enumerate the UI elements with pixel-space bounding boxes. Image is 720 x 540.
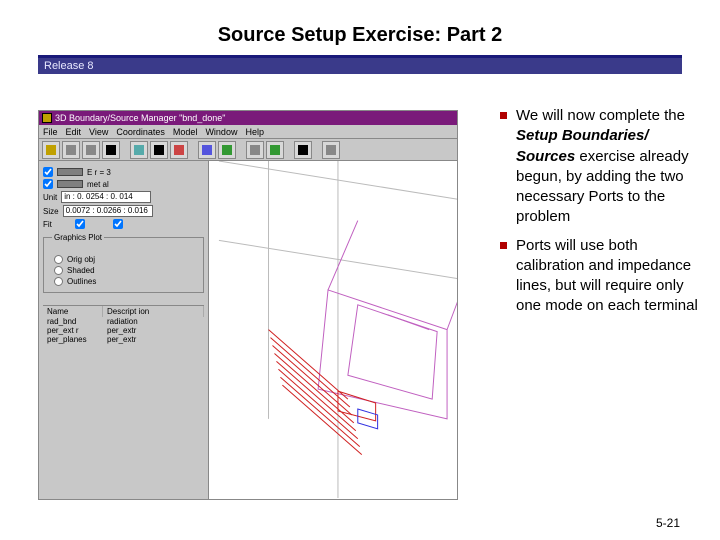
graphics-option: Shaded bbox=[54, 266, 199, 275]
fit-label: Fit bbox=[43, 220, 71, 229]
visibility-label: met al bbox=[87, 180, 109, 189]
visibility-swatch bbox=[57, 180, 83, 188]
app-titlebar: 3D Boundary/Source Manager "bnd_done" bbox=[39, 111, 457, 125]
list-icon[interactable] bbox=[294, 141, 312, 159]
graphics-option: Orig obj bbox=[54, 255, 199, 264]
list-cell-desc: radiation bbox=[103, 317, 204, 326]
size-label: Size bbox=[43, 207, 59, 216]
graphics-radio-label: Outlines bbox=[67, 277, 96, 286]
list-cell-name: rad_bnd bbox=[43, 317, 103, 326]
zoom-extents-icon[interactable] bbox=[82, 141, 100, 159]
visibility-row: met al bbox=[43, 179, 204, 189]
graphics-radio[interactable] bbox=[54, 277, 63, 286]
open-icon[interactable] bbox=[42, 141, 60, 159]
list-header-name[interactable]: Name bbox=[43, 306, 103, 317]
list-cell-desc: per_extr bbox=[103, 335, 204, 344]
size-row: Size 0.0072 : 0.0266 : 0.016 bbox=[43, 205, 204, 217]
model-icon-glyph bbox=[250, 145, 260, 155]
zoom-icon[interactable] bbox=[62, 141, 80, 159]
unit-label: Unit bbox=[43, 193, 57, 202]
wave-icon-glyph bbox=[202, 145, 212, 155]
list-icon-glyph bbox=[298, 145, 308, 155]
wireframe-svg bbox=[209, 161, 457, 498]
menu-edit[interactable]: Edit bbox=[66, 127, 82, 137]
hide-icon-glyph bbox=[174, 145, 184, 155]
list-body: rad_bndradiationper_ext rper_extrper_pla… bbox=[43, 317, 204, 344]
fit-checkbox-1[interactable] bbox=[75, 219, 85, 229]
graphics-fieldset: Graphics Plot Orig objShadedOutlines bbox=[43, 237, 204, 293]
visibility-label: E r = 3 bbox=[87, 168, 111, 177]
graphics-radio-label: Shaded bbox=[67, 266, 95, 275]
sidebar: E r = 3 met al Unit in : 0. 0254 : 0. 014… bbox=[39, 161, 209, 499]
open-icon-glyph bbox=[46, 145, 56, 155]
play-icon[interactable] bbox=[266, 141, 284, 159]
graphics-radio[interactable] bbox=[54, 255, 63, 264]
menu-file[interactable]: File bbox=[43, 127, 58, 137]
bullet-emphasis: Setup Boundaries/ Sources bbox=[516, 127, 649, 164]
list-row[interactable]: per_planesper_extr bbox=[43, 335, 204, 344]
mesh-icon-glyph bbox=[222, 145, 232, 155]
size-combo[interactable]: 0.0072 : 0.0266 : 0.016 bbox=[63, 205, 153, 217]
graphics-radio[interactable] bbox=[54, 266, 63, 275]
hide-icon[interactable] bbox=[170, 141, 188, 159]
graphics-option: Outlines bbox=[54, 277, 199, 286]
visibility-swatch bbox=[57, 168, 83, 176]
model-icon[interactable] bbox=[246, 141, 264, 159]
menu-window[interactable]: Window bbox=[205, 127, 237, 137]
bullet-item: We will now complete the Setup Boundarie… bbox=[498, 106, 700, 228]
menu-model[interactable]: Model bbox=[173, 127, 198, 137]
box-icon[interactable] bbox=[130, 141, 148, 159]
menu-view[interactable]: View bbox=[89, 127, 108, 137]
toolbar bbox=[39, 139, 457, 161]
graphics-legend: Graphics Plot bbox=[52, 233, 104, 242]
layers-icon-glyph bbox=[326, 145, 336, 155]
cursor-icon[interactable] bbox=[102, 141, 120, 159]
box-icon-glyph bbox=[134, 145, 144, 155]
page-number: 5-21 bbox=[656, 516, 680, 530]
wire-icon[interactable] bbox=[150, 141, 168, 159]
layers-icon[interactable] bbox=[322, 141, 340, 159]
bullet-item: Ports will use both calibration and impe… bbox=[498, 236, 700, 317]
cursor-icon-glyph bbox=[106, 145, 116, 155]
app-title-text: 3D Boundary/Source Manager "bnd_done" bbox=[55, 111, 226, 125]
list-cell-desc: per_extr bbox=[103, 326, 204, 335]
mesh-icon[interactable] bbox=[218, 141, 236, 159]
bullet-list: We will now complete the Setup Boundarie… bbox=[498, 106, 700, 325]
app-icon bbox=[42, 113, 52, 123]
menu-help[interactable]: Help bbox=[245, 127, 264, 137]
zoom-icon-glyph bbox=[66, 145, 76, 155]
play-icon-glyph bbox=[270, 145, 280, 155]
visibility-checkbox[interactable] bbox=[43, 179, 53, 189]
list-cell-name: per_planes bbox=[43, 335, 103, 344]
zoom-extents-icon-glyph bbox=[86, 145, 96, 155]
menu-coordinates[interactable]: Coordinates bbox=[116, 127, 165, 137]
fit-checkbox-2[interactable] bbox=[113, 219, 123, 229]
slide-title: Source Setup Exercise: Part 2 bbox=[0, 0, 720, 47]
unit-combo[interactable]: in : 0. 0254 : 0. 014 bbox=[61, 191, 151, 203]
visibility-checkbox[interactable] bbox=[43, 167, 53, 177]
app-window: 3D Boundary/Source Manager "bnd_done" Fi… bbox=[38, 110, 458, 500]
wire-icon-glyph bbox=[154, 145, 164, 155]
list-cell-name: per_ext r bbox=[43, 326, 103, 335]
wave-icon[interactable] bbox=[198, 141, 216, 159]
viewport[interactable] bbox=[209, 161, 457, 499]
list-header-desc[interactable]: Descript ion bbox=[103, 306, 204, 317]
list-header: Name Descript ion bbox=[43, 305, 204, 317]
graphics-radio-label: Orig obj bbox=[67, 255, 95, 264]
fit-row: Fit bbox=[43, 219, 204, 229]
release-bar: Release 8 bbox=[38, 58, 682, 74]
menu-bar: File Edit View Coordinates Model Window Help bbox=[39, 125, 457, 139]
list-row[interactable]: per_ext rper_extr bbox=[43, 326, 204, 335]
unit-row: Unit in : 0. 0254 : 0. 014 bbox=[43, 191, 204, 203]
list-row[interactable]: rad_bndradiation bbox=[43, 317, 204, 326]
visibility-row: E r = 3 bbox=[43, 167, 204, 177]
